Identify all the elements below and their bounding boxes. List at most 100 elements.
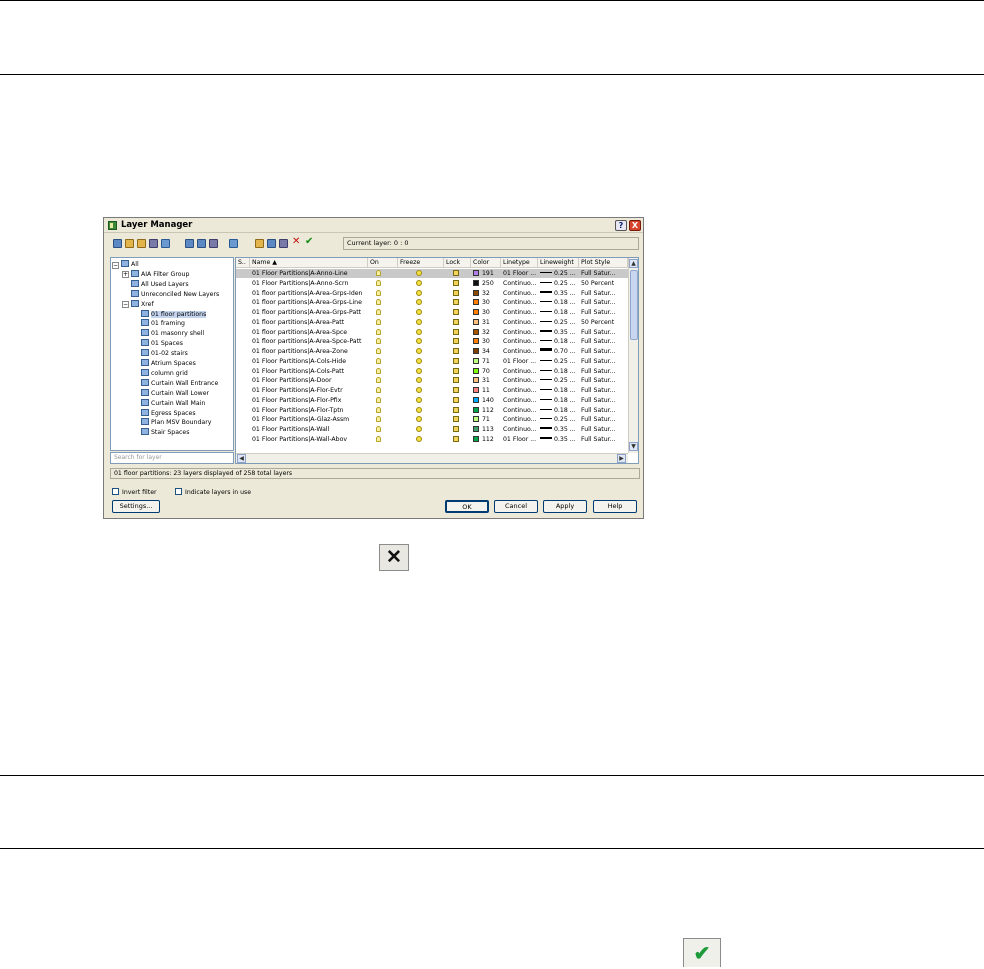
freeze-toggle[interactable]: [400, 367, 444, 376]
on-toggle[interactable]: [370, 308, 398, 317]
layer-lineweight[interactable]: 0.35 ...: [540, 435, 579, 444]
checkbox-box[interactable]: [112, 488, 119, 495]
help-titlebar-button[interactable]: ?: [615, 220, 627, 231]
layer-linetype[interactable]: 01 Floor ...: [503, 269, 538, 278]
new-layer-frozen-icon[interactable]: [267, 239, 276, 248]
freeze-toggle[interactable]: [400, 298, 444, 307]
layer-color[interactable]: 30: [473, 337, 501, 346]
new-layer-from-standard-icon[interactable]: [279, 239, 288, 248]
freeze-toggle[interactable]: [400, 289, 444, 298]
table-row[interactable]: 01 Floor Partitions|A-Flor-Pfix 140 Contin…: [236, 396, 628, 405]
layer-lineweight[interactable]: 0.25 ...: [540, 279, 579, 288]
layer-linetype[interactable]: Continuo...: [503, 425, 538, 434]
tree-item[interactable]: 01 Spaces: [141, 339, 183, 349]
layer-lineweight[interactable]: 0.70 ...: [540, 347, 579, 356]
layer-linetype[interactable]: Continuo...: [503, 386, 538, 395]
on-toggle[interactable]: [370, 357, 398, 366]
layer-linetype[interactable]: Continuo...: [503, 415, 538, 424]
lock-toggle[interactable]: [446, 386, 471, 395]
layer-lineweight[interactable]: 0.18 ...: [540, 406, 579, 415]
lock-toggle[interactable]: [446, 269, 471, 278]
layer-plot-style[interactable]: Full Satur...: [581, 425, 628, 434]
layer-lineweight[interactable]: 0.25 ...: [540, 318, 579, 327]
layer-lineweight[interactable]: 0.18 ...: [540, 308, 579, 317]
lock-toggle[interactable]: [446, 396, 471, 405]
layer-plot-style[interactable]: Full Satur...: [581, 298, 628, 307]
layer-plot-style[interactable]: Full Satur...: [581, 269, 628, 278]
tree-item[interactable]: 01-02 stairs: [141, 349, 188, 359]
lock-toggle[interactable]: [446, 347, 471, 356]
layer-key-icon[interactable]: [229, 239, 238, 248]
layer-color[interactable]: 34: [473, 347, 501, 356]
layer-color[interactable]: 113: [473, 425, 501, 434]
layer-color[interactable]: 31: [473, 318, 501, 327]
layer-color[interactable]: 191: [473, 269, 501, 278]
table-row[interactable]: 01 Floor Partitions|A-Flor-Tptn 112 Contin…: [236, 406, 628, 415]
layer-plot-style[interactable]: 50 Percent: [581, 318, 628, 327]
layer-color[interactable]: 71: [473, 415, 501, 424]
column-header-s[interactable]: S..: [236, 258, 250, 268]
on-toggle[interactable]: [370, 435, 398, 444]
layer-lineweight[interactable]: 0.35 ...: [540, 425, 579, 434]
layer-color[interactable]: 32: [473, 328, 501, 337]
layer-color[interactable]: 30: [473, 298, 501, 307]
layer-plot-style[interactable]: Full Satur...: [581, 406, 628, 415]
cancel-button[interactable]: Cancel: [494, 500, 538, 513]
freeze-toggle[interactable]: [400, 376, 444, 385]
layer-plot-style[interactable]: Full Satur...: [581, 289, 628, 298]
lock-toggle[interactable]: [446, 279, 471, 288]
on-toggle[interactable]: [370, 337, 398, 346]
table-row[interactable]: 01 Floor Partitions|A-Anno-Scrn 250 Contin…: [236, 279, 628, 288]
column-header-name[interactable]: Name ▲: [250, 258, 368, 268]
set-current-icon[interactable]: ✔: [305, 236, 313, 247]
table-row[interactable]: 01 Floor Partitions|A-Wall-Abov 112 01 Flo…: [236, 435, 628, 444]
layer-linetype[interactable]: Continuo...: [503, 279, 538, 288]
table-row[interactable]: 01 Floor Partitions|A-Glaz-Assm 71 Continu…: [236, 415, 628, 424]
layer-linetype[interactable]: Continuo...: [503, 298, 538, 307]
on-toggle[interactable]: [370, 406, 398, 415]
lock-toggle[interactable]: [446, 425, 471, 434]
table-row[interactable]: 01 floor partitions|A-Area-Patt 31 Continu…: [236, 318, 628, 327]
tree-item[interactable]: AIA Filter Group: [131, 269, 189, 280]
invert-filter-checkbox[interactable]: Invert filter: [112, 488, 157, 497]
column-header-plot-style[interactable]: Plot Style: [579, 258, 628, 268]
lock-toggle[interactable]: [446, 308, 471, 317]
tree-item[interactable]: Atrium Spaces: [141, 359, 196, 369]
tree-item[interactable]: Unreconciled New Layers: [131, 289, 219, 300]
scroll-down-button[interactable]: ▼: [629, 442, 638, 451]
tree-item[interactable]: Egress Spaces: [141, 408, 196, 419]
lock-toggle[interactable]: [446, 318, 471, 327]
scroll-right-button[interactable]: ▶: [617, 454, 626, 463]
layer-color[interactable]: 112: [473, 435, 501, 444]
new-layer-icon[interactable]: [255, 239, 264, 248]
search-for-layer-input[interactable]: Search for layer: [110, 452, 234, 464]
layer-lineweight[interactable]: 0.25 ...: [540, 269, 579, 278]
layer-plot-style[interactable]: Full Satur...: [581, 347, 628, 356]
layer-lineweight[interactable]: 0.18 ...: [540, 337, 579, 346]
on-toggle[interactable]: [370, 298, 398, 307]
layer-linetype[interactable]: Continuo...: [503, 328, 538, 337]
layer-lineweight[interactable]: 0.18 ...: [540, 298, 579, 307]
freeze-toggle[interactable]: [400, 279, 444, 288]
filter-properties-icon[interactable]: [137, 239, 146, 248]
layer-plot-style[interactable]: Full Satur...: [581, 308, 628, 317]
checkbox-box[interactable]: [175, 488, 182, 495]
layer-plot-style[interactable]: Full Satur...: [581, 337, 628, 346]
lock-toggle[interactable]: [446, 289, 471, 298]
tree-item[interactable]: Xref: [131, 299, 154, 310]
table-row[interactable]: 01 Floor Partitions|A-Wall 113 Continuo...…: [236, 425, 628, 434]
delete-layer-icon[interactable]: ✕: [292, 236, 300, 247]
new-group-filter-icon[interactable]: [125, 239, 134, 248]
layer-linetype[interactable]: Continuo...: [503, 308, 538, 317]
layer-linetype[interactable]: Continuo...: [503, 337, 538, 346]
tree-item[interactable]: 01 floor partitions: [141, 309, 207, 320]
layer-color[interactable]: 31: [473, 376, 501, 385]
layer-linetype[interactable]: Continuo...: [503, 289, 538, 298]
layer-plot-style[interactable]: Full Satur...: [581, 386, 628, 395]
table-row[interactable]: 01 floor partitions|A-Area-Grps-Iden 32 Co…: [236, 289, 628, 298]
lock-toggle[interactable]: [446, 328, 471, 337]
column-header-on[interactable]: On: [368, 258, 398, 268]
tree-item[interactable]: Curtain Wall Main: [141, 398, 205, 409]
tree-item[interactable]: Curtain Wall Entrance: [141, 378, 218, 389]
lock-toggle[interactable]: [446, 406, 471, 415]
